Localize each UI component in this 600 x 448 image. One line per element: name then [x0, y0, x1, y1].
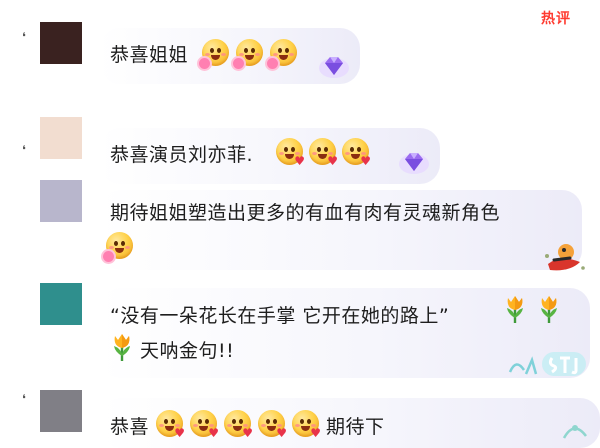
avatar[interactable] [40, 180, 82, 222]
avatar[interactable] [40, 390, 82, 432]
fan-badge-icon [545, 244, 585, 271]
avatar[interactable] [40, 117, 82, 159]
comment-text: 期待姐姐塑造出更多的有血有肉有灵魂新角色 [110, 202, 501, 224]
smiley-flower-emoji-icon [267, 39, 297, 69]
smiley-heart-emoji-icon: ♥ [292, 410, 321, 439]
comment-text: 恭喜演员刘亦菲. [110, 144, 254, 166]
avatar[interactable] [40, 283, 82, 325]
hot-comments-tag: 热评 [541, 11, 571, 27]
diamond-badge-icon [319, 57, 349, 78]
smiley-heart-emoji-icon: ♥ [258, 410, 287, 439]
quote-mark: ❛ [22, 30, 26, 44]
comment-text: 恭喜 [110, 416, 150, 438]
avatar[interactable] [40, 22, 82, 64]
comment-text: 恭喜姐姐 [110, 44, 189, 66]
quote-mark: ❛ [22, 143, 26, 157]
smiley-heart-emoji-icon: ♥ [309, 138, 338, 167]
comment-text-line-1: “没有一朵花长在手掌 它开在她的路上” [110, 305, 450, 327]
smiley-flower-emoji-icon [103, 232, 133, 262]
smiley-heart-emoji-icon: ♥ [224, 410, 253, 439]
tulip-icon [114, 334, 130, 361]
smiley-heart-emoji-icon: ♥ [276, 138, 305, 167]
fan-badge-icon [508, 352, 586, 376]
quote-mark: ❛ [22, 392, 26, 406]
comment-text-line-2: 天呐金句!! [140, 340, 235, 362]
tulip-icon [507, 296, 523, 323]
fan-badge-icon [562, 425, 587, 439]
smiley-flower-emoji-icon [199, 39, 229, 69]
smiley-heart-emoji-icon: ♥ [156, 410, 185, 439]
tulip-icon [541, 296, 557, 323]
diamond-badge-icon [399, 153, 429, 174]
comment-text-tail: 期待下 [326, 416, 385, 438]
smiley-flower-emoji-icon [233, 39, 263, 69]
smiley-heart-emoji-icon: ♥ [190, 410, 219, 439]
smiley-heart-emoji-icon: ♥ [342, 138, 371, 167]
